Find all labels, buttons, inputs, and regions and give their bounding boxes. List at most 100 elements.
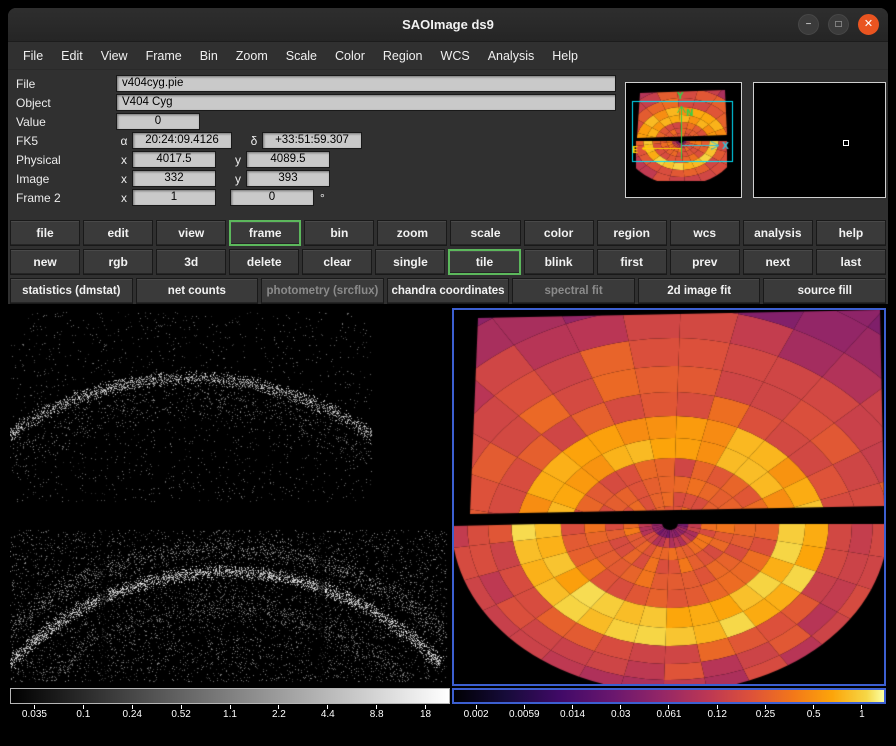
frame-prev-button[interactable]: prev bbox=[670, 249, 740, 275]
menu-bin[interactable]: Bin bbox=[191, 45, 227, 67]
toolbar-analysis-button[interactable]: analysis bbox=[743, 220, 813, 246]
toolbar-file-button[interactable]: file bbox=[10, 220, 80, 246]
colorbar-tick-label: 0.24 bbox=[122, 710, 141, 720]
fk5-label: FK5 bbox=[8, 134, 116, 148]
image-y-label: y bbox=[230, 172, 246, 186]
colorbar-tick-label: 0.12 bbox=[707, 710, 726, 720]
frame-zoom-field[interactable]: 1 bbox=[132, 189, 216, 206]
toolbar-edit-button[interactable]: edit bbox=[83, 220, 153, 246]
toolbar-view-button[interactable]: view bbox=[156, 220, 226, 246]
close-button[interactable]: ✕ bbox=[858, 14, 879, 35]
frame-delete-button[interactable]: delete bbox=[229, 249, 299, 275]
frame-single-button[interactable]: single bbox=[375, 249, 445, 275]
frame-new-button[interactable]: new bbox=[10, 249, 80, 275]
colorbar-tick-label: 2.2 bbox=[272, 710, 286, 720]
frame-next-button[interactable]: next bbox=[743, 249, 813, 275]
colorbar-frame1-labels: 0.035 0.1 0.24 0.52 1.1 2.2 4.4 8.8 18 bbox=[10, 704, 450, 722]
chandra-coordinates-button[interactable]: chandra coordinates bbox=[387, 278, 510, 304]
colorbar-frame1: 0.035 0.1 0.24 0.52 1.1 2.2 4.4 8.8 18 bbox=[10, 688, 450, 722]
dec-field[interactable]: +33:51:59.307 bbox=[262, 132, 362, 149]
colorbar-tick-label: 0.014 bbox=[560, 710, 585, 720]
toolbar-wcs-button[interactable]: wcs bbox=[670, 220, 740, 246]
colorbar-tick-label: 4.4 bbox=[321, 710, 335, 720]
image-y-field[interactable]: 393 bbox=[246, 170, 330, 187]
info-panel: File v404cyg.pie Object V404 Cyg Value 0… bbox=[8, 70, 888, 218]
value-field[interactable]: 0 bbox=[116, 113, 200, 130]
toolbar-bin-button[interactable]: bin bbox=[304, 220, 374, 246]
menu-analysis[interactable]: Analysis bbox=[479, 45, 544, 67]
colorbar-frame2-labels: 0.002 0.0059 0.014 0.03 0.061 0.12 0.25 … bbox=[452, 704, 886, 722]
file-field[interactable]: v404cyg.pie bbox=[116, 75, 616, 92]
frame2-active[interactable] bbox=[452, 308, 886, 686]
info-row-physical: Physical x 4017.5 y 4089.5 bbox=[8, 150, 616, 169]
2d-image-fit-button[interactable]: 2d image fit bbox=[638, 278, 761, 304]
menubar: File Edit View Frame Bin Zoom Scale Colo… bbox=[8, 42, 888, 70]
frame-clear-button[interactable]: clear bbox=[302, 249, 372, 275]
minimize-button[interactable]: − bbox=[798, 14, 819, 35]
menu-color[interactable]: Color bbox=[326, 45, 374, 67]
frame-rgb-button[interactable]: rgb bbox=[83, 249, 153, 275]
magnifier bbox=[753, 82, 886, 198]
menu-view[interactable]: View bbox=[92, 45, 137, 67]
physical-x-label: x bbox=[116, 153, 132, 167]
menu-wcs[interactable]: WCS bbox=[432, 45, 479, 67]
window-controls: − □ ✕ bbox=[798, 8, 879, 41]
info-row-fk5: FK5 α 20:24:09.4126 δ +33:51:59.307 bbox=[8, 131, 616, 150]
object-label: Object bbox=[8, 96, 116, 110]
frame-first-button[interactable]: first bbox=[597, 249, 667, 275]
toolbar-scale-button[interactable]: scale bbox=[450, 220, 520, 246]
frame-last-button[interactable]: last bbox=[816, 249, 886, 275]
toolbar-frame-button[interactable]: frame bbox=[229, 220, 301, 246]
maximize-button[interactable]: □ bbox=[828, 14, 849, 35]
menu-region[interactable]: Region bbox=[374, 45, 432, 67]
toolbar-zoom-button[interactable]: zoom bbox=[377, 220, 447, 246]
toolbar-row-3: statistics (dmstat) net counts photometr… bbox=[10, 278, 886, 304]
frame1-image[interactable] bbox=[10, 308, 450, 686]
image-area: 0.035 0.1 0.24 0.52 1.1 2.2 4.4 8.8 18 0… bbox=[8, 304, 888, 738]
titlebar[interactable]: SAOImage ds9 − □ ✕ bbox=[8, 8, 888, 42]
panner-canvas[interactable] bbox=[626, 83, 741, 197]
colorbar-tick-label: 0.52 bbox=[171, 710, 190, 720]
statistics-button[interactable]: statistics (dmstat) bbox=[10, 278, 133, 304]
grayscale-colorbar[interactable] bbox=[10, 688, 450, 704]
frame-tile-button[interactable]: tile bbox=[448, 249, 520, 275]
toolbar-region-button[interactable]: region bbox=[597, 220, 667, 246]
frame-blink-button[interactable]: blink bbox=[524, 249, 594, 275]
physical-x-field[interactable]: 4017.5 bbox=[132, 151, 216, 168]
object-field[interactable]: V404 Cyg bbox=[116, 94, 616, 111]
frame1[interactable] bbox=[10, 308, 450, 686]
menu-frame[interactable]: Frame bbox=[137, 45, 191, 67]
menu-zoom[interactable]: Zoom bbox=[227, 45, 277, 67]
frame-x-label: x bbox=[116, 191, 132, 205]
menu-edit[interactable]: Edit bbox=[52, 45, 92, 67]
frame-3d-button[interactable]: 3d bbox=[156, 249, 226, 275]
info-row-file: File v404cyg.pie bbox=[8, 74, 616, 93]
net-counts-button[interactable]: net counts bbox=[136, 278, 259, 304]
panner[interactable] bbox=[625, 82, 742, 198]
menu-help[interactable]: Help bbox=[543, 45, 587, 67]
toolbar-color-button[interactable]: color bbox=[524, 220, 594, 246]
info-row-object: Object V404 Cyg bbox=[8, 93, 616, 112]
frame-rotation-field[interactable]: 0 bbox=[230, 189, 314, 206]
colorbar-tick-label: 0.1 bbox=[76, 710, 90, 720]
frame2-image[interactable] bbox=[454, 310, 884, 684]
colorbar-tick-label: 1.1 bbox=[223, 710, 237, 720]
magnifier-cursor-box bbox=[843, 140, 849, 146]
tiled-frames bbox=[10, 308, 886, 686]
inferno-colorbar[interactable] bbox=[452, 688, 886, 704]
menu-scale[interactable]: Scale bbox=[277, 45, 326, 67]
toolbars: file edit view frame bin zoom scale colo… bbox=[8, 218, 888, 304]
ds9-window: SAOImage ds9 − □ ✕ File Edit View Frame … bbox=[8, 8, 888, 738]
physical-y-field[interactable]: 4089.5 bbox=[246, 151, 330, 168]
image-x-field[interactable]: 332 bbox=[132, 170, 216, 187]
colorbar-tick-label: 0.03 bbox=[611, 710, 630, 720]
physical-y-label: y bbox=[230, 153, 246, 167]
source-fill-button[interactable]: source fill bbox=[763, 278, 886, 304]
info-row-value: Value 0 bbox=[8, 112, 616, 131]
toolbar-help-button[interactable]: help bbox=[816, 220, 886, 246]
colorbar-tick-label: 0.25 bbox=[756, 710, 775, 720]
menu-file[interactable]: File bbox=[14, 45, 52, 67]
info-rows: File v404cyg.pie Object V404 Cyg Value 0… bbox=[8, 74, 616, 207]
ra-field[interactable]: 20:24:09.4126 bbox=[132, 132, 232, 149]
window-title: SAOImage ds9 bbox=[402, 17, 494, 32]
